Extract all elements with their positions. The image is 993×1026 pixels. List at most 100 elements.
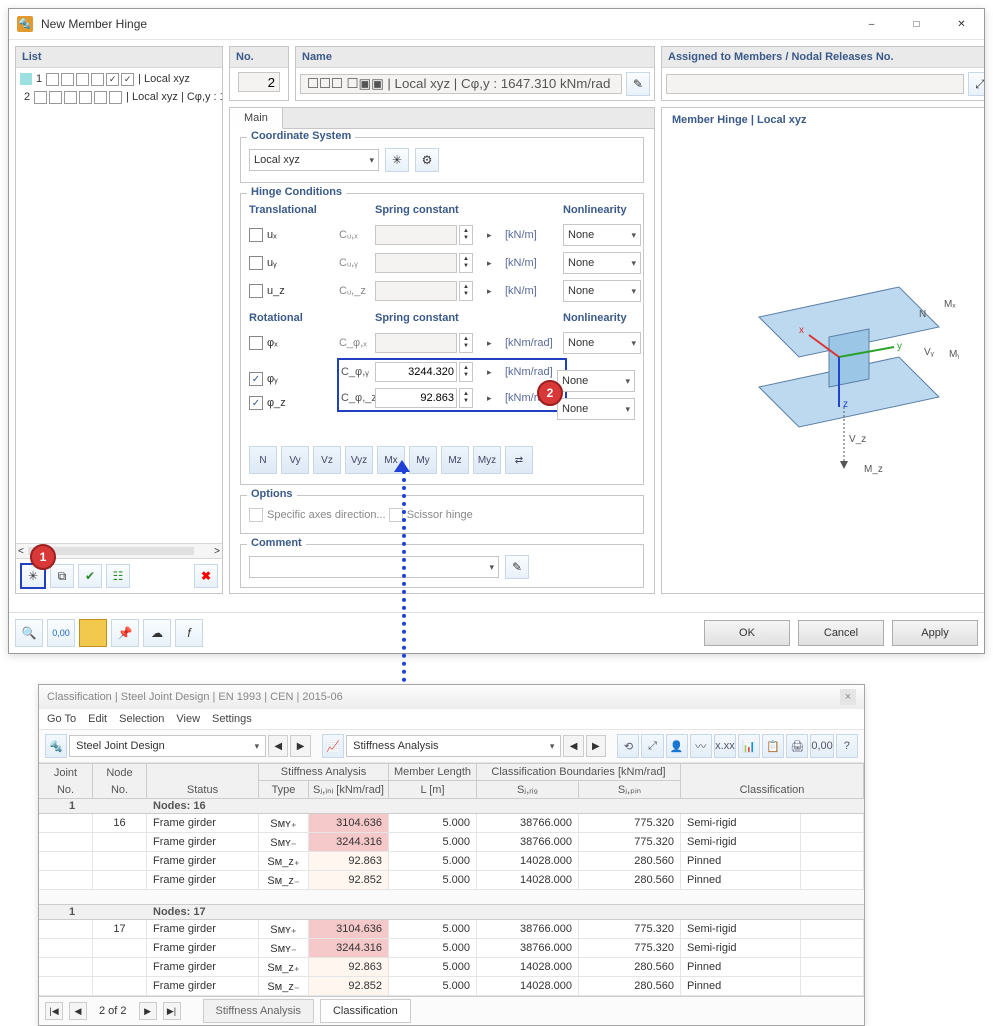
phix-nonlinearity-select[interactable]: None bbox=[563, 332, 641, 354]
grid-cell: 5.000 bbox=[389, 871, 477, 890]
cphiy-input[interactable] bbox=[376, 364, 456, 380]
phix-checkbox[interactable]: φₓ bbox=[249, 336, 339, 350]
tool-button[interactable]: 0,00 bbox=[810, 734, 833, 758]
minimize-button[interactable]: – bbox=[849, 9, 894, 39]
name-header: Name bbox=[296, 47, 654, 68]
coord-sys-select[interactable]: Local xyz bbox=[249, 149, 379, 171]
check-button[interactable]: ✔ bbox=[78, 564, 102, 588]
assigned-input[interactable] bbox=[666, 74, 964, 94]
prev-button[interactable]: ◀ bbox=[268, 735, 288, 757]
opt-axes-checkbox[interactable]: Specific axes direction... bbox=[249, 508, 386, 522]
grid-cell bbox=[39, 833, 93, 852]
next-button[interactable]: ▶ bbox=[586, 735, 606, 757]
preset-n-button[interactable]: N bbox=[249, 446, 277, 474]
design-icon[interactable]: 🔩 bbox=[45, 734, 67, 758]
prev-page-button[interactable]: ◀ bbox=[69, 1002, 87, 1020]
uz-checkbox[interactable]: u_z bbox=[249, 284, 339, 298]
preset-all-button[interactable]: ⇄ bbox=[505, 446, 533, 474]
tab-classification[interactable]: Classification bbox=[320, 999, 411, 1023]
preset-my-button[interactable]: My bbox=[409, 446, 437, 474]
goto-icon[interactable]: ▸ bbox=[485, 393, 505, 404]
tool-button[interactable]: ⤢ bbox=[641, 734, 663, 758]
menu-edit[interactable]: Edit bbox=[88, 713, 107, 725]
tool-button[interactable]: x.xx bbox=[714, 734, 736, 758]
cphiz-input[interactable] bbox=[376, 390, 456, 406]
goto-icon[interactable]: ▸ bbox=[485, 286, 505, 297]
tool-button[interactable]: 👤 bbox=[666, 734, 688, 758]
goto-icon[interactable]: ▸ bbox=[485, 367, 505, 378]
comment-select[interactable] bbox=[249, 556, 499, 578]
next-button[interactable]: ▶ bbox=[290, 735, 310, 757]
tool-button[interactable]: ⟲ bbox=[617, 734, 639, 758]
tab-main[interactable]: Main bbox=[230, 108, 283, 129]
pick-member-button[interactable]: ⤢ bbox=[968, 72, 984, 96]
help-icon[interactable]: ? bbox=[836, 734, 858, 758]
cloud-button[interactable]: ☁ bbox=[143, 619, 171, 647]
ux-checkbox[interactable]: uₓ bbox=[249, 228, 339, 242]
next-page-button[interactable]: ▶ bbox=[139, 1002, 157, 1020]
name-input[interactable] bbox=[300, 74, 622, 94]
new-cs-button[interactable]: ✳ bbox=[385, 148, 409, 172]
preset-mz-button[interactable]: Mz bbox=[441, 446, 469, 474]
close-button[interactable]: ✕ bbox=[939, 9, 984, 39]
apply-button[interactable]: Apply bbox=[892, 620, 978, 646]
preset-vyz-button[interactable]: Vyz bbox=[345, 446, 373, 474]
preset-vy-button[interactable]: Vy bbox=[281, 446, 309, 474]
pin-button[interactable]: 📌 bbox=[111, 619, 139, 647]
results-grid[interactable]: JointNodeStiffness AnalysisMember Length… bbox=[39, 763, 864, 996]
comment-edit-button[interactable]: ✎ bbox=[505, 555, 529, 579]
phiy-checkbox[interactable]: φᵧ bbox=[249, 372, 286, 386]
menu-goto[interactable]: Go To bbox=[47, 713, 76, 725]
menu-settings[interactable]: Settings bbox=[212, 713, 252, 725]
tree-button[interactable]: ☷ bbox=[106, 564, 130, 588]
tab-stiffness[interactable]: Stiffness Analysis bbox=[203, 999, 314, 1023]
goto-icon[interactable]: ▸ bbox=[485, 258, 505, 269]
script-button[interactable]: f bbox=[175, 619, 203, 647]
analysis-icon[interactable]: 📈 bbox=[322, 734, 344, 758]
design-combo[interactable]: Steel Joint Design bbox=[69, 735, 266, 757]
tool-button[interactable]: 〰 bbox=[690, 734, 712, 758]
uy-nonlinearity-select[interactable]: None bbox=[563, 252, 641, 274]
name-panel: Name ✎ bbox=[295, 46, 655, 101]
preset-vz-button[interactable]: Vz bbox=[313, 446, 341, 474]
color-swatch bbox=[20, 73, 32, 85]
maximize-button[interactable]: □ bbox=[894, 9, 939, 39]
phiz-nonlinearity-select[interactable]: None bbox=[557, 398, 635, 420]
ok-button[interactable]: OK bbox=[704, 620, 790, 646]
close-icon[interactable]: × bbox=[840, 689, 856, 705]
grid-header: Stiffness Analysis bbox=[259, 764, 389, 781]
no-input[interactable] bbox=[238, 72, 280, 92]
tool-button[interactable]: 📊 bbox=[738, 734, 760, 758]
tool-button[interactable]: 🖨 bbox=[786, 734, 808, 758]
list-item[interactable]: 2 | Local xyz | Cφ,y : 1 bbox=[16, 88, 222, 106]
phiz-checkbox[interactable]: φ_z bbox=[249, 396, 286, 410]
delete-entry-button[interactable]: ✖ bbox=[194, 564, 218, 588]
uz-nonlinearity-select[interactable]: None bbox=[563, 280, 641, 302]
dialog-title: New Member Hinge bbox=[41, 17, 147, 31]
scroll-right-icon[interactable]: > bbox=[214, 546, 220, 557]
preset-myz-button[interactable]: Myz bbox=[473, 446, 501, 474]
uy-checkbox[interactable]: uᵧ bbox=[249, 256, 339, 270]
copy-entry-button[interactable]: ⧉ bbox=[50, 564, 74, 588]
list-body[interactable]: 1 | Local xyz 2 bbox=[16, 68, 222, 543]
prev-button[interactable]: ◀ bbox=[563, 735, 583, 757]
menu-selection[interactable]: Selection bbox=[119, 713, 164, 725]
color-button[interactable] bbox=[79, 619, 107, 647]
phiy-nonlinearity-select[interactable]: None bbox=[557, 370, 635, 392]
menu-view[interactable]: View bbox=[176, 713, 200, 725]
list-item[interactable]: 1 | Local xyz bbox=[16, 70, 222, 88]
grid-cell bbox=[93, 852, 147, 871]
tool-button[interactable]: 📋 bbox=[762, 734, 784, 758]
first-page-button[interactable]: |◀ bbox=[45, 1002, 63, 1020]
ux-nonlinearity-select[interactable]: None bbox=[563, 224, 641, 246]
scroll-left-icon[interactable]: < bbox=[18, 546, 24, 557]
analysis-combo[interactable]: Stiffness Analysis bbox=[346, 735, 561, 757]
goto-icon[interactable]: ▸ bbox=[485, 338, 505, 349]
help-button[interactable]: 🔍 bbox=[15, 619, 43, 647]
goto-icon[interactable]: ▸ bbox=[485, 230, 505, 241]
cs-settings-button[interactable]: ⚙ bbox=[415, 148, 439, 172]
edit-name-button[interactable]: ✎ bbox=[626, 72, 650, 96]
last-page-button[interactable]: ▶| bbox=[163, 1002, 181, 1020]
cancel-button[interactable]: Cancel bbox=[798, 620, 884, 646]
units-button[interactable]: 0,00 bbox=[47, 619, 75, 647]
